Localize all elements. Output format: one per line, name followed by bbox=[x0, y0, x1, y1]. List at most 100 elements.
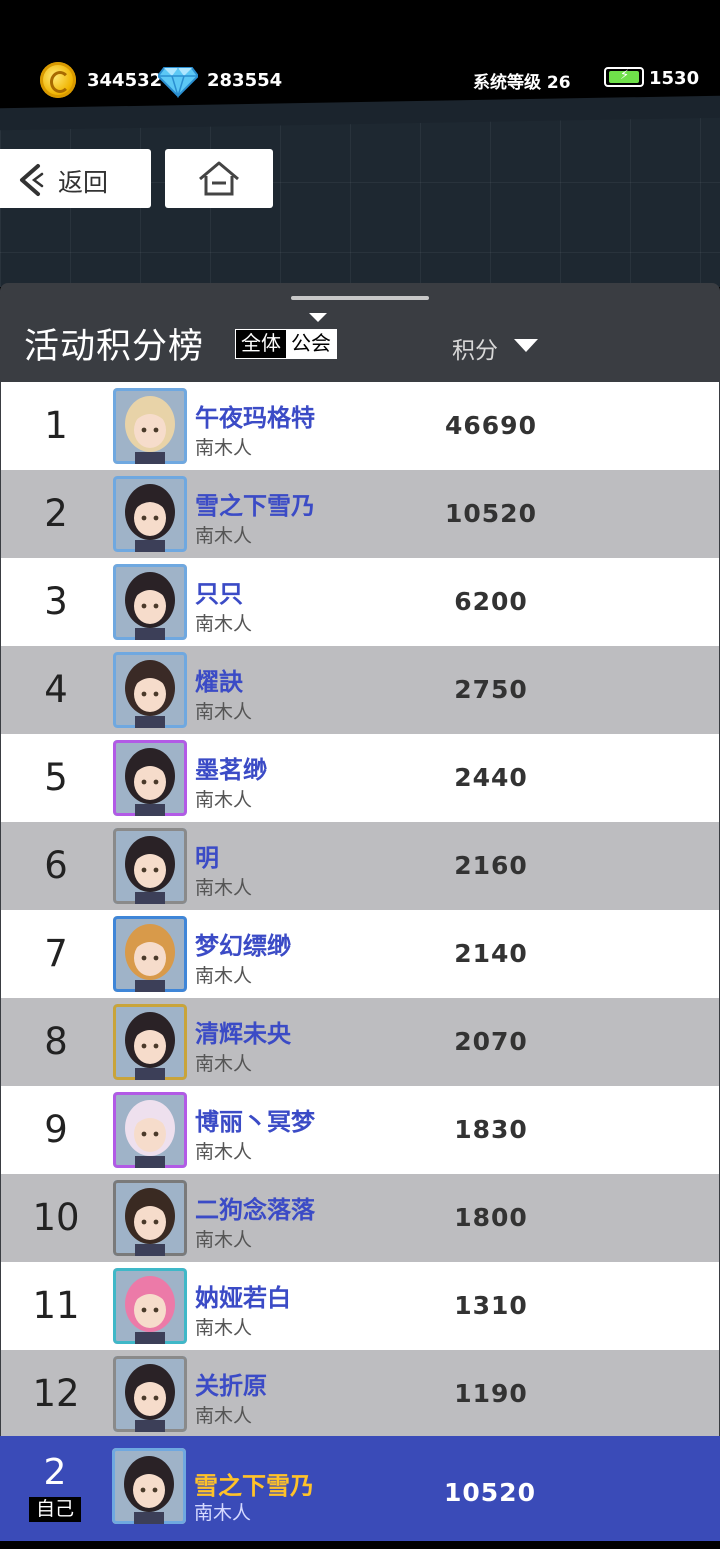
system-level: 系统等级 26 bbox=[473, 73, 571, 93]
table-row[interactable]: 8 清辉未央南木人 2070 bbox=[1, 998, 719, 1086]
diamond-icon bbox=[158, 67, 198, 98]
avatar[interactable] bbox=[113, 388, 187, 464]
score-value: 1800 bbox=[454, 1203, 528, 1232]
portrait-icon bbox=[113, 476, 187, 552]
score-value: 1310 bbox=[454, 1291, 528, 1320]
guild-name: 南木人 bbox=[195, 1229, 253, 1251]
avatar[interactable] bbox=[113, 1180, 187, 1256]
score-value: 1190 bbox=[454, 1379, 528, 1408]
guild-name: 南木人 bbox=[195, 1317, 253, 1339]
avatar[interactable] bbox=[113, 916, 187, 992]
avatar[interactable] bbox=[113, 740, 187, 816]
home-button[interactable] bbox=[165, 149, 273, 208]
energy-battery-icon: ⚡ bbox=[604, 67, 644, 87]
avatar[interactable] bbox=[113, 476, 187, 552]
self-player-name: 雪之下雪乃 bbox=[194, 1472, 314, 1500]
avatar[interactable] bbox=[112, 1448, 186, 1524]
avatar[interactable] bbox=[113, 564, 187, 640]
table-row[interactable]: 4 燿訣 南木人 2750 bbox=[1, 646, 719, 734]
player-name[interactable]: 清辉未央 bbox=[195, 1014, 291, 1049]
home-icon bbox=[199, 161, 239, 196]
player-name[interactable]: 燿訣 bbox=[195, 662, 243, 697]
portrait-icon bbox=[113, 652, 187, 728]
table-row[interactable]: 2 雪之下雪乃 南木人 10520 bbox=[1, 470, 719, 558]
score-value: 2160 bbox=[454, 851, 528, 880]
table-row[interactable]: 3 只只南木人 6200 bbox=[1, 558, 719, 646]
chevron-left-icon bbox=[20, 164, 44, 196]
table-row[interactable]: 10 二狗念落落 南木人 1800 bbox=[1, 1174, 719, 1262]
guild-name: 南木人 bbox=[195, 701, 253, 723]
score-value: 10520 bbox=[445, 499, 537, 528]
portrait-icon bbox=[112, 1448, 186, 1524]
player-name[interactable]: 雪之下雪乃 bbox=[195, 486, 315, 521]
avatar[interactable] bbox=[113, 1092, 187, 1168]
avatar[interactable] bbox=[113, 1004, 187, 1080]
tab-all[interactable]: 全体 bbox=[236, 330, 286, 358]
table-row[interactable]: 11 妠娅若白南木人 1310 bbox=[1, 1262, 719, 1350]
self-ranking-row[interactable]: 2 雪之下雪乃 南木人 10520 bbox=[0, 1436, 720, 1541]
guild-name: 南木人 bbox=[195, 437, 253, 459]
rank-number: 11 bbox=[32, 1284, 80, 1327]
portrait-icon bbox=[113, 916, 187, 992]
guild-name: 南木人 bbox=[195, 1141, 253, 1163]
player-name[interactable]: 明 bbox=[195, 838, 219, 873]
rank-number: 2 bbox=[44, 492, 68, 535]
player-name[interactable]: 二狗念落落 bbox=[195, 1190, 315, 1225]
score-value: 2440 bbox=[454, 763, 528, 792]
panel-drag-handle[interactable] bbox=[291, 296, 429, 300]
player-name[interactable]: 午夜玛格特 bbox=[195, 398, 315, 433]
energy-amount: 1530 bbox=[649, 68, 700, 89]
back-button[interactable]: 返回 bbox=[0, 149, 151, 208]
guild-name: 南木人 bbox=[195, 1053, 253, 1075]
player-name[interactable]: 关折原 bbox=[195, 1366, 267, 1401]
sort-down-icon[interactable] bbox=[514, 339, 538, 352]
table-row[interactable]: 7 梦幻缥缈 南木人 2140 bbox=[1, 910, 719, 998]
table-row[interactable]: 1 午夜玛格特 南木人 46690 bbox=[1, 382, 719, 470]
tab-guild[interactable]: 公会 bbox=[286, 330, 336, 358]
portrait-icon bbox=[113, 388, 187, 464]
avatar[interactable] bbox=[113, 828, 187, 904]
gold-amount: 344532 bbox=[87, 70, 163, 91]
rank-number: 6 bbox=[44, 844, 68, 887]
portrait-icon bbox=[113, 1180, 187, 1256]
score-value: 1830 bbox=[454, 1115, 528, 1144]
guild-name: 南木人 bbox=[195, 965, 253, 987]
diamond-amount: 283554 bbox=[207, 70, 283, 91]
gold-coin-icon bbox=[40, 62, 76, 98]
rank-number: 1 bbox=[44, 404, 68, 447]
score-value: 6200 bbox=[454, 587, 528, 616]
status-bar bbox=[0, 0, 720, 112]
score-value: 2070 bbox=[454, 1027, 528, 1056]
ranking-list: 1 午夜玛格特 南木人 46690 2 雪之下雪乃 南木人 10520 3 只只 南木人 6200 4 燿… bbox=[1, 382, 719, 1438]
player-name[interactable]: 妠娅若白 bbox=[195, 1278, 291, 1313]
portrait-icon bbox=[113, 740, 187, 816]
avatar[interactable] bbox=[113, 1268, 187, 1344]
rank-number: 8 bbox=[44, 1020, 68, 1063]
table-row[interactable]: 6 明南木人 2160 bbox=[1, 822, 719, 910]
rank-number: 9 bbox=[44, 1108, 68, 1151]
player-name[interactable]: 只只 bbox=[195, 574, 243, 609]
scope-tabs: 全体 公会 bbox=[235, 329, 337, 359]
board-title: 活动积分榜 bbox=[24, 327, 205, 367]
guild-name: 南木人 bbox=[195, 789, 253, 811]
guild-name: 南木人 bbox=[195, 877, 253, 899]
self-rank: 2 bbox=[43, 1452, 67, 1493]
table-row[interactable]: 9 博丽丶冥梦南木人 1830 bbox=[1, 1086, 719, 1174]
rank-number: 3 bbox=[44, 580, 68, 623]
portrait-icon bbox=[113, 1092, 187, 1168]
table-row[interactable]: 5 墨茗缈 南木人 2440 bbox=[1, 734, 719, 822]
portrait-icon bbox=[113, 1004, 187, 1080]
rank-number: 4 bbox=[44, 668, 68, 711]
portrait-icon bbox=[113, 1268, 187, 1344]
player-name[interactable]: 墨茗缈 bbox=[195, 750, 267, 785]
table-row[interactable]: 12 关折原 南木人 1190 bbox=[1, 1350, 719, 1438]
player-name[interactable]: 梦幻缥缈 bbox=[195, 926, 291, 961]
tab-indicator-icon bbox=[309, 313, 327, 322]
avatar[interactable] bbox=[113, 652, 187, 728]
score-sort-label[interactable]: 积分 bbox=[452, 331, 498, 365]
player-name[interactable]: 博丽丶冥梦 bbox=[195, 1102, 315, 1137]
guild-name: 南木人 bbox=[195, 613, 253, 635]
avatar[interactable] bbox=[113, 1356, 187, 1432]
portrait-icon bbox=[113, 828, 187, 904]
rank-number: 7 bbox=[44, 932, 68, 975]
